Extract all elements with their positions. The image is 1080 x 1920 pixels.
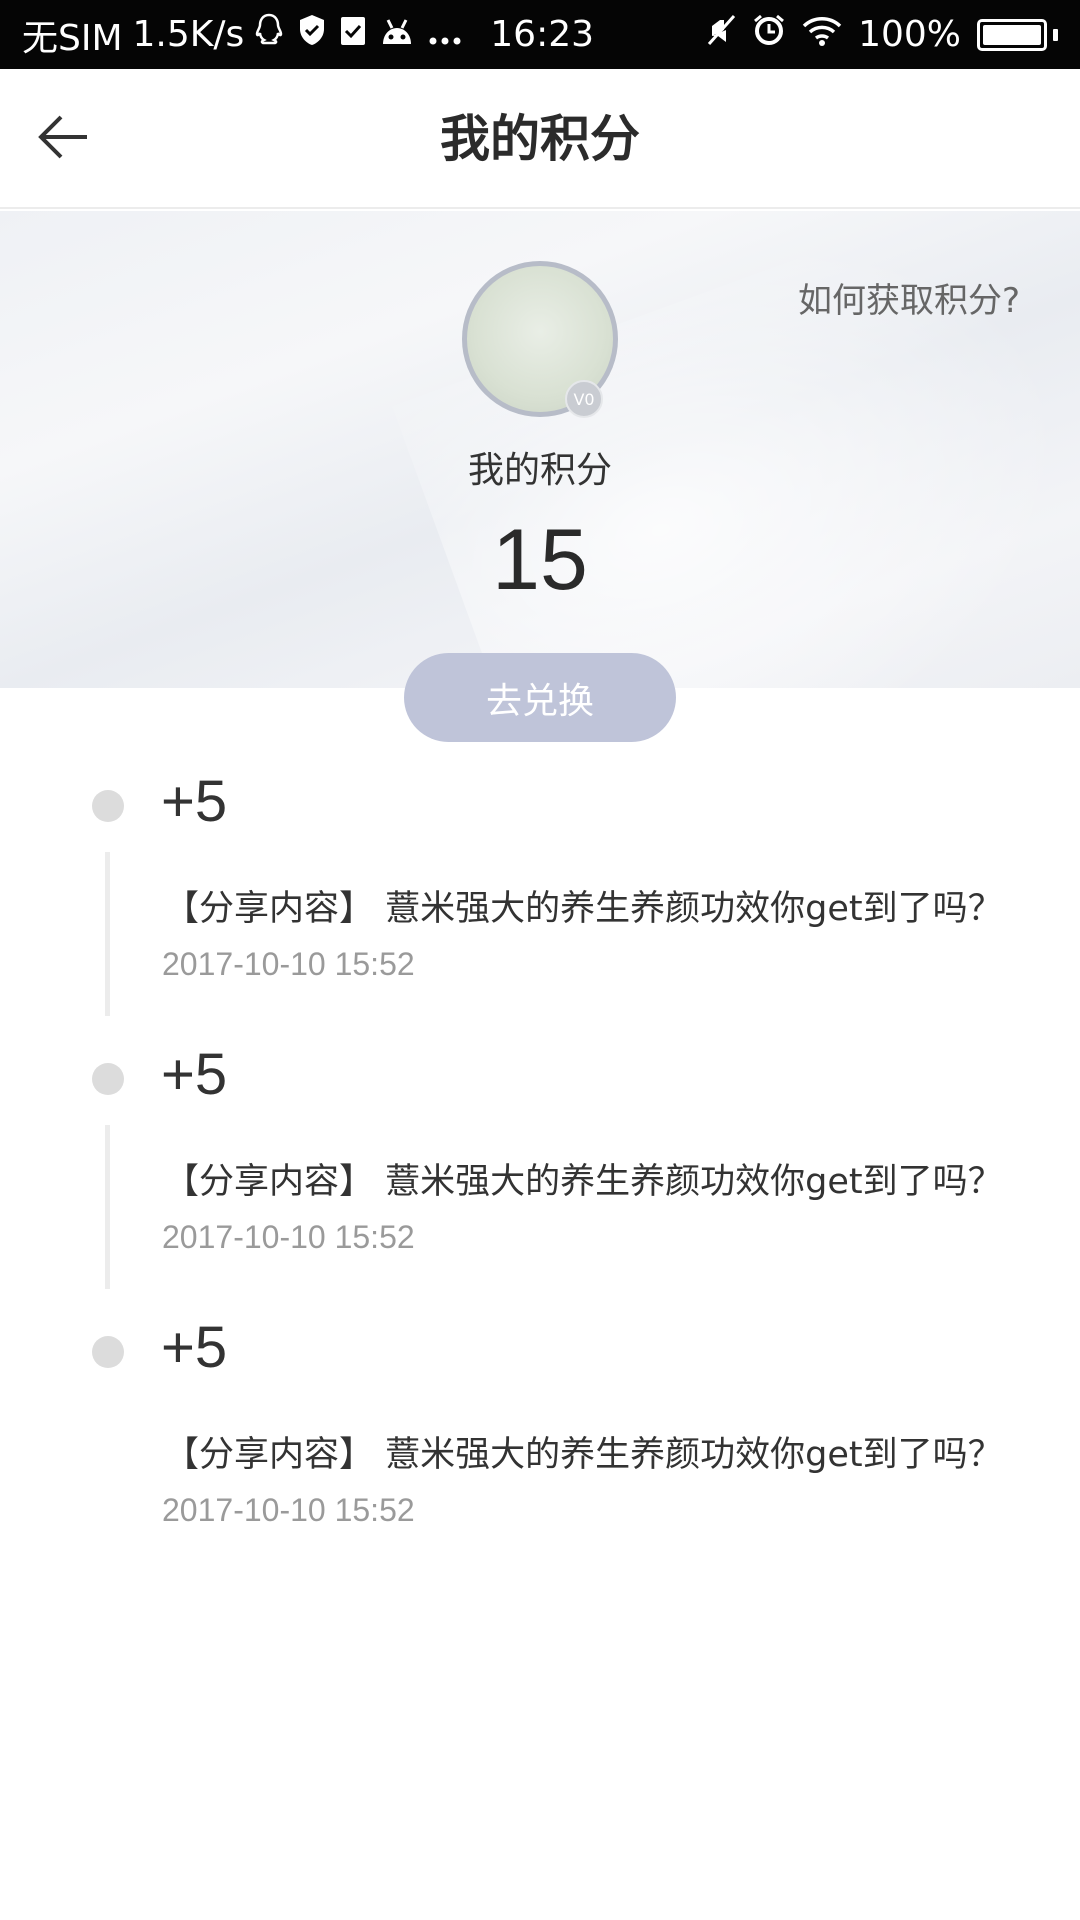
battery-percent: 100% (858, 14, 961, 55)
android-icon (380, 14, 414, 55)
record-points: +5 (161, 769, 228, 834)
nav-bar: 我的积分 (0, 69, 1080, 209)
mute-icon (706, 14, 736, 55)
network-speed: 1.5K/s (132, 14, 245, 55)
record-time: 2017-10-10 15:52 (162, 1492, 415, 1528)
alarm-icon (752, 13, 786, 56)
record-points: +5 (161, 1042, 228, 1107)
record-description[interactable]: 【分享内容】 薏米强大的养生养颜功效你get到了吗？ (164, 1426, 1003, 1477)
battery-icon (977, 18, 1058, 51)
record-time: 2017-10-10 15:52 (162, 1219, 415, 1255)
level-badge: V0 (565, 380, 603, 418)
carrier-text: 无SIM (22, 17, 123, 59)
record-time: 2017-10-10 15:52 (162, 946, 415, 982)
page-title: 我的积分 (440, 110, 640, 168)
qq-icon (254, 13, 284, 56)
list-item: +5 【分享内容】 薏米强大的养生养颜功效你get到了吗？ 2017-10-10… (0, 1306, 1080, 1579)
timeline-dot (92, 790, 124, 822)
exchange-button[interactable]: 去兑换 (404, 653, 676, 742)
list-item: +5 【分享内容】 薏米强大的养生养颜功效你get到了吗？ 2017-10-10… (0, 1033, 1080, 1306)
timeline-line (105, 852, 110, 1016)
timeline-dot (92, 1063, 124, 1095)
timeline-line (105, 1125, 110, 1289)
wifi-icon (802, 14, 842, 55)
record-description[interactable]: 【分享内容】 薏米强大的养生养颜功效你get到了吗？ (164, 880, 1003, 931)
points-header: 如何获取积分? V0 我的积分 15 (0, 211, 1080, 688)
record-description[interactable]: 【分享内容】 薏米强大的养生养颜功效你get到了吗？ (164, 1153, 1003, 1204)
status-bar: 无SIM 1.5K/s 16:23 100% (0, 0, 1080, 69)
clipboard-check-icon (340, 14, 366, 55)
shield-icon (298, 14, 326, 55)
points-label: 我的积分 (467, 450, 612, 491)
record-points: +5 (161, 1315, 228, 1380)
clock: 16:23 (490, 14, 595, 55)
how-to-earn-link[interactable]: 如何获取积分? (798, 273, 1020, 322)
more-dots-icon (428, 14, 462, 55)
points-value: 15 (492, 512, 588, 608)
list-item: +5 【分享内容】 薏米强大的养生养颜功效你get到了吗？ 2017-10-10… (0, 760, 1080, 1033)
points-history: +5 【分享内容】 薏米强大的养生养颜功效你get到了吗？ 2017-10-10… (0, 760, 1080, 1579)
timeline-dot (92, 1336, 124, 1368)
